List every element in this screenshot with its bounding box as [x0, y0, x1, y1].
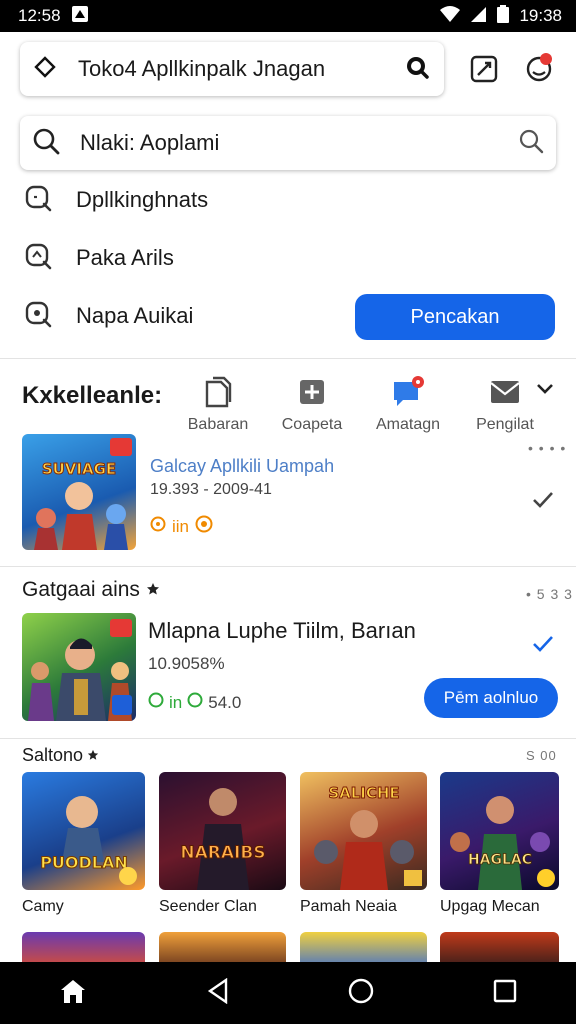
- status-time: 12:58: [18, 6, 61, 25]
- game-label[interactable]: Pamah Neaia: [300, 898, 397, 916]
- app-title[interactable]: Mlapna Luphe Tiilm, Barıan: [148, 618, 416, 644]
- search-field[interactable]: Nlaki: Aoplami: [20, 116, 556, 170]
- featured-app-title[interactable]: Galcay Apllkili Uampah: [150, 456, 334, 477]
- recents-icon[interactable]: [493, 979, 517, 1008]
- circle-home-icon[interactable]: [348, 978, 374, 1009]
- app-badge: in: [169, 692, 183, 712]
- game-thumbnail[interactable]: [300, 932, 427, 962]
- chat-icon: [368, 374, 448, 410]
- category-tab-babaran[interactable]: Babaran: [178, 374, 258, 434]
- target-badge-icon: [195, 515, 213, 538]
- game-label[interactable]: Seender Clan: [159, 898, 257, 916]
- suggestion-label: Paka Arils: [76, 245, 174, 270]
- history-search-icon: [24, 242, 52, 275]
- more-options-icon[interactable]: • • • •: [528, 440, 566, 456]
- ring-badge-icon: [187, 692, 203, 713]
- section-title: Gatgaai ains: [22, 578, 140, 601]
- section-title-row: Gatgaai ains: [22, 578, 160, 602]
- status-bar: 12:58 19:38: [0, 0, 576, 32]
- game-art-text: PUODLAN: [40, 853, 128, 872]
- category-label: Coapeta: [281, 416, 343, 433]
- featured-app-meta: 19.393 - 2009-41: [150, 481, 272, 498]
- category-tab-pengilat[interactable]: Pengilat: [465, 374, 545, 434]
- category-label: Amatagn: [375, 416, 441, 433]
- game-thumbnail[interactable]: HAGLAC: [440, 772, 559, 890]
- history-search-icon: [24, 184, 52, 217]
- chevron-down-icon[interactable]: [536, 382, 554, 401]
- divider: [0, 566, 576, 567]
- signal-icon: [471, 5, 487, 28]
- profile-notification-icon[interactable]: [523, 50, 557, 84]
- section-more[interactable]: • 5 3 3: [526, 586, 573, 602]
- suggestion-label: Dpllkinghnats: [76, 187, 209, 212]
- battery-icon: [497, 4, 510, 28]
- search-submit-icon[interactable]: [518, 128, 544, 159]
- game-art-text: HAGLAC: [468, 852, 532, 868]
- app-content: Toko4 Apllkinpalk Jnagan Nlaki: Aoplami …: [0, 32, 576, 962]
- wifi-icon: [439, 5, 461, 28]
- back-icon[interactable]: [206, 977, 230, 1009]
- file-icon: [178, 374, 258, 410]
- plus-box-icon: [272, 374, 352, 410]
- checkmark-icon[interactable]: [531, 634, 555, 659]
- game-thumbnail[interactable]: PUODLAN: [22, 772, 145, 890]
- section-title: Saltono: [22, 745, 84, 765]
- game-art-text: NARAIBS: [180, 843, 265, 863]
- install-button[interactable]: Pēm aolnluo: [424, 678, 558, 718]
- suggestion-item[interactable]: Dpllkinghnats: [24, 180, 208, 220]
- divider: [0, 738, 576, 739]
- history-search-icon: [24, 300, 52, 333]
- notification-icon: [71, 5, 89, 28]
- game-label[interactable]: Upgag Mecan: [440, 898, 540, 916]
- status-clock: 19:38: [519, 6, 562, 25]
- app-meta: 10.9058%: [148, 654, 225, 673]
- checkmark-icon[interactable]: [531, 490, 555, 515]
- featured-app-thumbnail[interactable]: SUVIAGE: [22, 434, 136, 550]
- category-label: Babaran: [187, 416, 249, 433]
- category-label: Pengilat: [476, 416, 534, 433]
- search-input[interactable]: Nlaki: Aoplami: [80, 130, 518, 156]
- suggestion-label: Napa Auikai: [76, 303, 194, 328]
- game-label[interactable]: Camy: [22, 898, 64, 916]
- categories-title: Kxkelleanle:: [22, 382, 163, 409]
- suggestion-item[interactable]: Napa Auikai: [24, 296, 193, 336]
- app-title: Toko4 Apllkinpalk Jnagan: [78, 56, 326, 81]
- search-action-button[interactable]: Pencakan: [355, 294, 555, 340]
- svg-text:SUVIAGE: SUVIAGE: [42, 460, 116, 478]
- suggestion-item[interactable]: Paka Arils: [24, 238, 174, 278]
- star-icon: [146, 578, 160, 602]
- app-badges: in 54.0: [148, 692, 241, 713]
- star-icon: [87, 745, 99, 766]
- app-thumbnail[interactable]: [22, 613, 136, 721]
- edit-icon[interactable]: [467, 52, 501, 86]
- section-title-row: Saltono: [22, 745, 99, 766]
- game-thumbnail[interactable]: [159, 932, 286, 962]
- search-icon: [32, 127, 60, 160]
- clock-badge-icon: [150, 516, 166, 537]
- category-tab-coapeta[interactable]: Coapeta: [272, 374, 352, 434]
- featured-app-badge: iin: [172, 516, 190, 536]
- game-thumbnail[interactable]: [22, 932, 145, 962]
- clock-badge-icon: [148, 692, 164, 713]
- game-art-text: SALICHE: [328, 784, 399, 802]
- app-title-bar[interactable]: Toko4 Apllkinpalk Jnagan: [20, 42, 444, 96]
- section-count: S 00: [526, 748, 557, 763]
- home-icon[interactable]: [59, 978, 87, 1009]
- game-thumbnail[interactable]: SALICHE: [300, 772, 427, 890]
- search-icon[interactable]: [404, 54, 430, 85]
- category-tab-amatagn[interactable]: Amatagn: [368, 374, 448, 434]
- mail-icon: [465, 374, 545, 410]
- featured-app-badges: iin: [150, 515, 213, 538]
- game-thumbnail[interactable]: NARAIBS: [159, 772, 286, 890]
- app-badge-number: 54.0: [208, 692, 242, 712]
- game-thumbnail[interactable]: [440, 932, 559, 962]
- system-nav-bar: [0, 962, 576, 1024]
- divider: [0, 358, 576, 359]
- diamond-icon: [34, 55, 56, 83]
